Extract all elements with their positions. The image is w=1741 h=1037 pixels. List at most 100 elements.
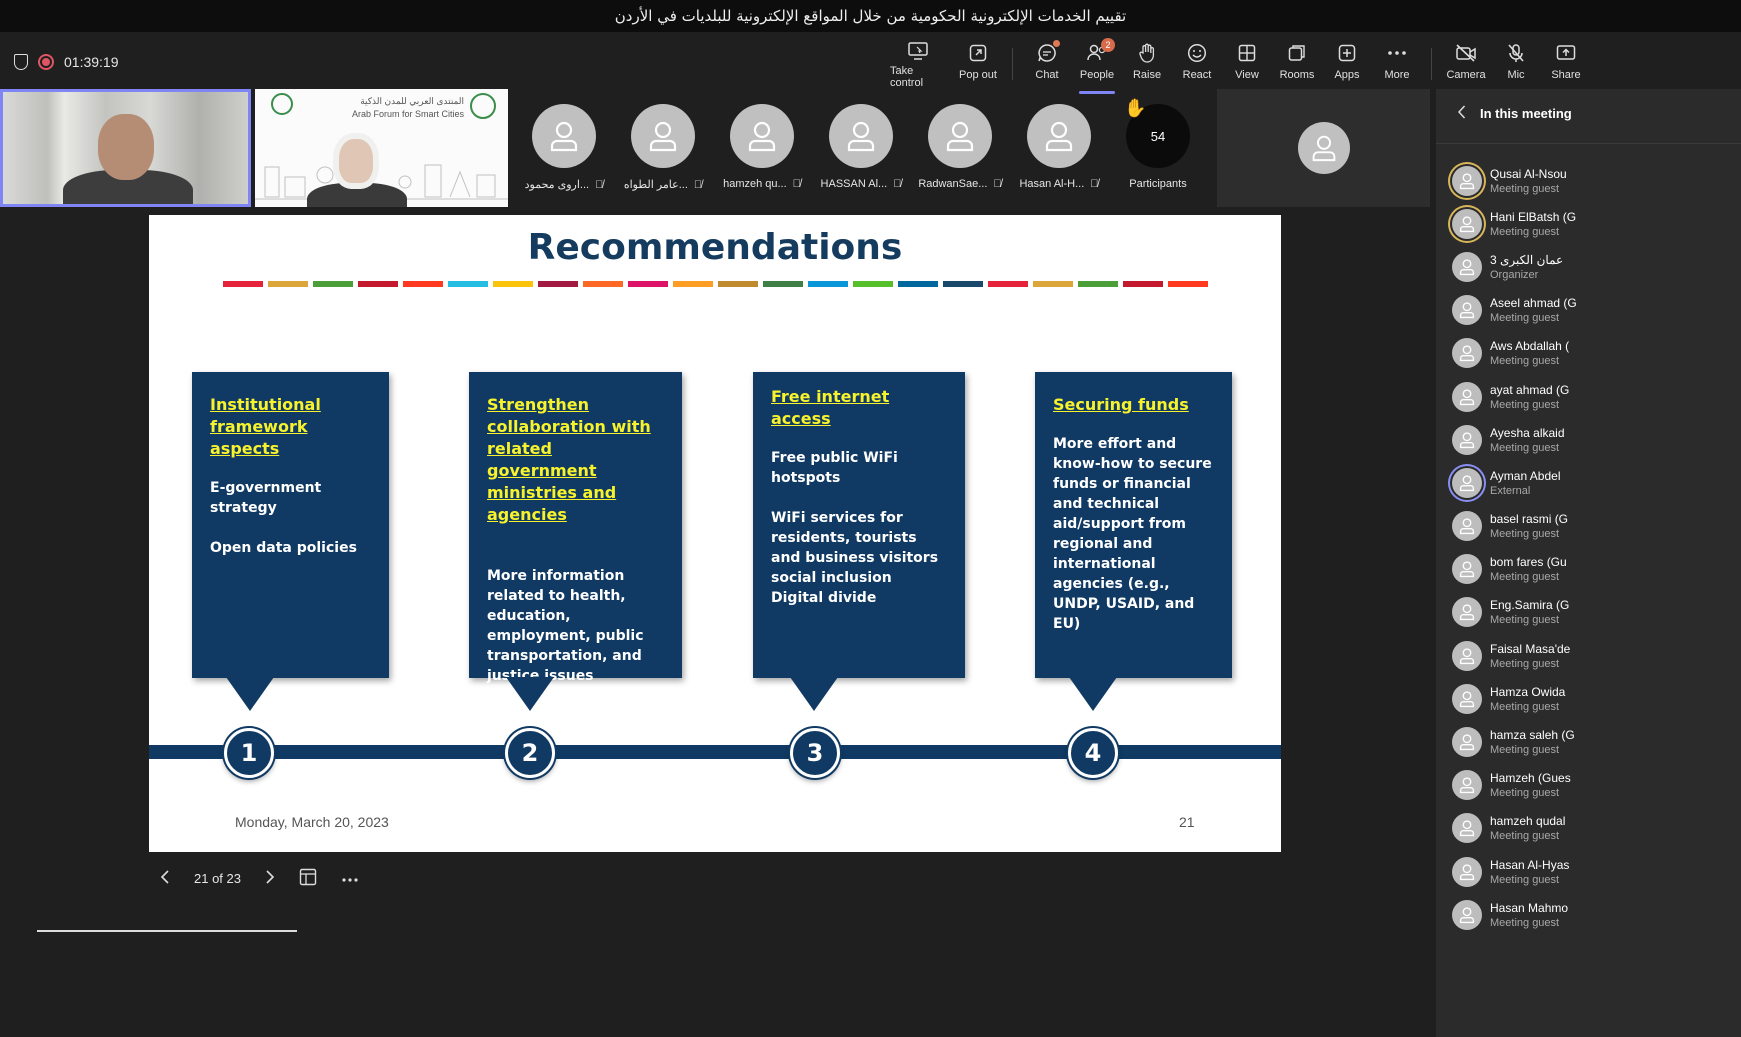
people-list-item[interactable]: 3 عمان الكبرى Organizer xyxy=(1452,245,1577,288)
raised-hand-icon: ✋ xyxy=(1124,98,1147,118)
recommendation-card-2: Strengthen collaboration with related go… xyxy=(469,372,682,684)
chevron-left-icon[interactable] xyxy=(1457,105,1466,122)
participant-tile[interactable]: HASSAN Al... 🎙̸ xyxy=(815,100,907,190)
participant-tile[interactable]: اروى محمود... 🎙̸ xyxy=(518,100,610,191)
avatar-icon xyxy=(1452,467,1482,498)
sdg-color-segment xyxy=(1078,281,1118,287)
rooms-icon xyxy=(1286,42,1308,64)
people-list-item[interactable]: hamza saleh (G Meeting guest xyxy=(1452,720,1577,763)
people-list-item[interactable]: Aseel ahmad (G Meeting guest xyxy=(1452,289,1577,332)
recording-icon xyxy=(38,54,54,70)
sdg-color-segment xyxy=(808,281,848,287)
slide-more-button[interactable] xyxy=(341,871,359,886)
participant-tile[interactable]: RadwanSae... 🎙̸ xyxy=(914,100,1006,190)
avatar-icon xyxy=(928,104,992,168)
pop-out-button[interactable]: Pop out xyxy=(950,40,1006,88)
people-button[interactable]: 2 People xyxy=(1069,38,1125,94)
avatar-icon xyxy=(829,104,893,168)
sdg-color-segment xyxy=(1168,281,1208,287)
sdg-color-segment xyxy=(628,281,668,287)
people-list: Qusai Al-Nsou Meeting guest Hani ElBatsh (… xyxy=(1452,159,1577,936)
avatar-icon xyxy=(1452,899,1482,930)
more-button[interactable]: More xyxy=(1369,40,1425,88)
mic-button[interactable]: Mic xyxy=(1488,40,1544,88)
share-button[interactable]: Share xyxy=(1538,40,1594,88)
slide-title: Recommendations xyxy=(527,227,903,268)
shield-icon xyxy=(14,54,28,70)
step-number: 2 xyxy=(505,728,555,778)
react-button[interactable]: React xyxy=(1169,40,1225,88)
slide-date: Monday, March 20, 2023 xyxy=(235,814,389,830)
person-role: Meeting guest xyxy=(1490,787,1560,800)
card-heading: Securing funds xyxy=(1053,395,1189,414)
rooms-button[interactable]: Rooms xyxy=(1269,40,1325,88)
people-list-item[interactable]: Eng.Samira (G Meeting guest xyxy=(1452,591,1577,634)
person-name: Hasan Al-Hyas xyxy=(1490,857,1570,872)
next-slide-button[interactable] xyxy=(265,869,275,888)
people-list-item[interactable]: ayat ahmad (G Meeting guest xyxy=(1452,375,1577,418)
person-role: Meeting guest xyxy=(1490,657,1560,670)
people-list-item[interactable]: hamzeh qudal Meeting guest xyxy=(1452,807,1577,850)
avatar-icon xyxy=(1452,338,1482,369)
video-tile-presenter[interactable]: المنتدى العربي للمدن الذكية Arab Forum f… xyxy=(255,89,508,207)
person-role: Meeting guest xyxy=(1490,441,1560,454)
person-name: Ayesha alkaid xyxy=(1490,425,1565,440)
panel-header[interactable]: In this meeting xyxy=(1457,105,1572,122)
card-line: WiFi services for residents, tourists an… xyxy=(771,510,939,606)
people-list-item[interactable]: Ayman Abdel External xyxy=(1452,461,1577,504)
people-panel: In this meeting Qusai Al-Nsou Meeting gue… xyxy=(1436,89,1741,1037)
take-control-button[interactable]: Take control xyxy=(890,40,946,89)
person-name: bom fares (Gu xyxy=(1490,555,1567,570)
person-name: hamzeh qudal xyxy=(1490,814,1566,829)
people-list-item[interactable]: Hasan Al-Hyas Meeting guest xyxy=(1452,850,1577,893)
participant-tile[interactable]: عامر الطواه... 🎙̸ xyxy=(617,100,709,191)
people-list-item[interactable]: basel rasmi (G Meeting guest xyxy=(1452,505,1577,548)
video-tile-speaker[interactable] xyxy=(0,89,251,207)
raise-hand-button[interactable]: Raise xyxy=(1119,40,1175,88)
shared-slide: Recommendations Institutional framework … xyxy=(149,215,1281,852)
person-role: Meeting guest xyxy=(1490,614,1560,627)
participant-tile[interactable]: hamzeh qu... 🎙̸ xyxy=(716,100,808,190)
card-line: Free public WiFi hotspots xyxy=(771,450,898,486)
apps-button[interactable]: Apps xyxy=(1319,40,1375,88)
mic-muted-icon: 🎙̸ xyxy=(893,178,902,190)
step-number: 1 xyxy=(224,728,274,778)
card-line: Open data policies xyxy=(210,540,357,556)
sdg-color-segment xyxy=(898,281,938,287)
meeting-status: 01:39:19 xyxy=(14,54,119,70)
presenter-view-button[interactable] xyxy=(299,868,317,889)
avatar-icon xyxy=(1452,511,1482,542)
people-list-item[interactable]: Qusai Al-Nsou Meeting guest xyxy=(1452,159,1577,202)
people-list-item[interactable]: Hani ElBatsh (G Meeting guest xyxy=(1452,202,1577,245)
camera-button[interactable]: Camera xyxy=(1438,40,1494,88)
panel-title: In this meeting xyxy=(1480,106,1572,121)
participant-tile[interactable]: Hasan Al-H... 🎙̸ xyxy=(1013,100,1105,190)
person-role: Meeting guest xyxy=(1490,744,1560,757)
chat-unread-dot xyxy=(1053,40,1060,47)
chat-button[interactable]: Chat xyxy=(1019,40,1075,88)
sdg-color-segment xyxy=(1033,281,1073,287)
sdg-color-segment xyxy=(403,281,443,287)
people-list-item[interactable]: Ayesha alkaid Meeting guest xyxy=(1452,418,1577,461)
mic-muted-icon: 🎙̸ xyxy=(792,178,801,190)
sdg-color-segment xyxy=(358,281,398,287)
person-name: ayat ahmad (G xyxy=(1490,382,1570,397)
slide-page-number: 21 xyxy=(1179,814,1195,830)
people-list-item[interactable]: bom fares (Gu Meeting guest xyxy=(1452,548,1577,591)
mic-muted-icon: 🎙̸ xyxy=(993,178,1002,190)
step-number: 3 xyxy=(790,728,840,778)
people-list-item[interactable]: Hamzeh (Gues Meeting guest xyxy=(1452,764,1577,807)
self-view-tile[interactable] xyxy=(1217,89,1430,207)
person-name: Faisal Masa'de xyxy=(1490,641,1571,656)
person-name: Hamzeh (Gues xyxy=(1490,771,1571,786)
people-list-item[interactable]: Hamza Owida Meeting guest xyxy=(1452,677,1577,720)
people-list-item[interactable]: Aws Abdallah (Meeting guest xyxy=(1452,332,1577,375)
participants-overflow-tile[interactable]: ✋ 54 Participants xyxy=(1120,98,1196,190)
recommendation-card-1: Institutional framework aspects E-govern… xyxy=(192,372,389,678)
people-list-item[interactable]: Hasan Mahmo Meeting guest xyxy=(1452,893,1577,936)
avatar-icon xyxy=(1452,208,1482,239)
people-list-item[interactable]: Faisal Masa'de Meeting guest xyxy=(1452,634,1577,677)
previous-slide-button[interactable] xyxy=(160,869,170,888)
person-name: Qusai Al-Nsou xyxy=(1490,166,1567,181)
view-button[interactable]: View xyxy=(1219,40,1275,88)
